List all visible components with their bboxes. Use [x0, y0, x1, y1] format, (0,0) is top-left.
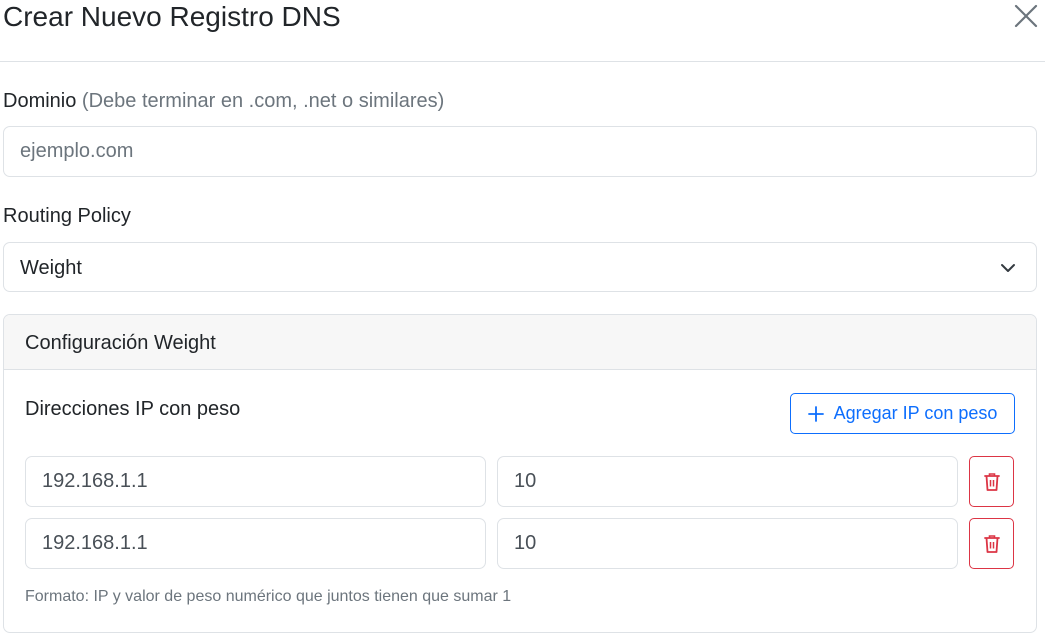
plus-icon [807, 405, 824, 422]
routing-policy-value: Weight [20, 257, 82, 279]
card-header-title: Configuración Weight [25, 332, 216, 354]
add-weighted-ip-button[interactable]: Agregar IP con peso [790, 393, 1015, 434]
domain-label-text: Dominio [3, 90, 77, 112]
trash-icon [983, 472, 1000, 491]
ip-weights-label: Direcciones IP con peso [25, 398, 241, 420]
delete-row-button[interactable] [969, 456, 1014, 507]
ip-input[interactable] [25, 456, 486, 507]
domain-input[interactable] [3, 126, 1037, 177]
domain-label: Dominio (Debe terminar en .com, .net o s… [3, 89, 444, 113]
trash-icon [983, 534, 1000, 553]
weight-input[interactable] [497, 518, 958, 569]
modal-title: Crear Nuevo Registro DNS [3, 1, 341, 32]
domain-hint: (Debe terminar en .com, .net o similares… [81, 90, 445, 112]
card-header: Configuración Weight [4, 315, 1036, 370]
ip-input[interactable] [25, 518, 486, 569]
delete-row-button[interactable] [969, 518, 1014, 569]
weight-config-card: Configuración Weight Direcciones IP con … [3, 314, 1037, 633]
close-icon [1014, 4, 1038, 28]
chevron-down-icon [1001, 264, 1015, 272]
format-help-text: Formato: IP y valor de peso numérico que… [25, 588, 512, 605]
close-button[interactable] [1010, 2, 1042, 30]
routing-policy-select[interactable]: Weight [3, 242, 1037, 292]
routing-policy-label: Routing Policy [3, 205, 131, 227]
modal-header: Crear Nuevo Registro DNS [0, 0, 1045, 62]
weight-input[interactable] [497, 456, 958, 507]
add-weighted-ip-label: Agregar IP con peso [833, 403, 998, 423]
